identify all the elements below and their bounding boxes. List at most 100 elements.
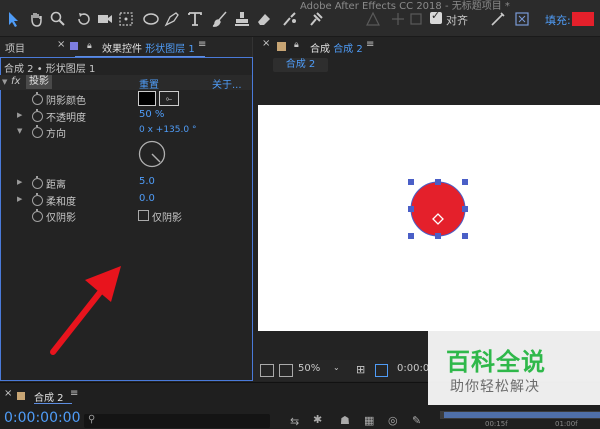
annotation-arrow — [45, 262, 125, 357]
lock-icon[interactable]: 🔒︎ — [87, 41, 92, 51]
left-panel-tabs: 项目 × 🔒︎ 效果控件 形状图层 1 ≡ — [0, 37, 252, 57]
shadow-color-swatch[interactable] — [138, 91, 156, 106]
grid-icon[interactable]: ⊞ — [356, 363, 365, 376]
watermark-sub: 助你轻松解决 — [450, 379, 540, 395]
stopwatch-icon[interactable] — [32, 193, 43, 206]
softness-value[interactable]: 0.0 — [139, 193, 155, 204]
layer-search-input[interactable]: ⚲ — [84, 414, 270, 428]
rotate-tool-icon[interactable] — [76, 11, 92, 27]
brush-tool-icon[interactable] — [212, 11, 228, 27]
shy-layers-icon[interactable]: ☗ — [340, 414, 350, 427]
eraser-tool-icon[interactable] — [256, 11, 272, 27]
property-softness: ▶ 柔和度 0.0 — [0, 192, 252, 208]
twirl-closed-icon[interactable]: ▶ — [17, 195, 22, 203]
camera-tool-icon[interactable] — [97, 11, 113, 27]
comp-flowchart-icon[interactable]: ⇆ — [290, 415, 299, 428]
comp-breadcrumb[interactable]: 合成 2 — [273, 58, 328, 72]
layer-path: 合成 2 • 形状图层 1 — [4, 64, 96, 75]
comp-tab-prefix: 合成 — [310, 44, 330, 55]
type-tool-icon[interactable] — [187, 11, 203, 27]
zoom-level[interactable]: 50% — [298, 363, 320, 374]
panel-color-icon — [70, 42, 78, 50]
close-icon[interactable]: × — [262, 38, 270, 49]
tab-timeline-comp[interactable]: 合成 2 — [34, 389, 64, 404]
effect-controls-prefix: 效果控件 — [102, 44, 142, 55]
region-of-interest-icon[interactable] — [260, 364, 274, 377]
fill-label[interactable]: 填充: — [545, 12, 571, 28]
opacity-value[interactable]: 50 % — [139, 109, 164, 120]
about-link[interactable]: 关于... — [212, 76, 242, 91]
close-icon[interactable]: × — [4, 388, 12, 399]
time-mark: 01:00f — [555, 420, 578, 428]
twirl-open-icon[interactable]: ▼ — [2, 78, 7, 86]
display-icon[interactable] — [279, 364, 293, 377]
time-navigator[interactable] — [440, 411, 600, 419]
graph-editor-icon[interactable]: ✎ — [412, 414, 421, 427]
active-tab-indicator — [34, 403, 72, 404]
property-shadow-only: 仅阴影 仅阴影 — [0, 208, 252, 224]
work-area-bar[interactable] — [444, 412, 600, 418]
motion-blur-icon[interactable]: ◎ — [388, 414, 398, 427]
timecode-display[interactable]: 0:00:00:00 — [4, 410, 81, 426]
stopwatch-icon[interactable] — [32, 209, 43, 222]
panel-menu-icon[interactable]: ≡ — [366, 39, 374, 50]
panel-color-icon — [277, 42, 286, 51]
draft-3d-icon[interactable]: ✱ — [313, 413, 322, 426]
shape-layer-circle[interactable] — [405, 176, 471, 242]
panel-menu-icon[interactable]: ≡ — [70, 388, 78, 399]
tab-composition[interactable]: 合成 合成 2 — [310, 40, 363, 55]
snap-icon[interactable] — [490, 11, 506, 27]
reset-link[interactable]: 重置 — [139, 76, 159, 91]
toolbar: Adobe After Effects CC 2018 - 无标题项目 * ✓ … — [0, 0, 600, 37]
axis-mode-icon[interactable] — [365, 11, 381, 27]
twirl-closed-icon[interactable]: ▶ — [17, 111, 22, 119]
ellipse-tool-icon[interactable] — [143, 11, 159, 27]
stopwatch-icon[interactable] — [32, 125, 43, 138]
roto-brush-tool-icon[interactable] — [282, 11, 298, 27]
align-checkbox[interactable] — [430, 9, 442, 24]
eyedropper-icon[interactable]: ⟜ — [159, 91, 179, 106]
direction-dial[interactable] — [138, 140, 166, 168]
current-time[interactable]: 0:00:0 — [397, 363, 429, 374]
zoom-tool-icon[interactable] — [50, 11, 66, 27]
watermark-main: 百科全说 — [446, 348, 546, 376]
selection-tool-icon[interactable] — [6, 11, 22, 27]
stopwatch-icon[interactable] — [32, 109, 43, 122]
pan-behind-tool-icon[interactable] — [118, 11, 134, 27]
panel-menu-icon[interactable]: ≡ — [198, 39, 206, 50]
property-name: 柔和度 — [46, 197, 76, 208]
puppet-pin-tool-icon[interactable] — [308, 11, 324, 27]
stopwatch-icon[interactable] — [32, 176, 43, 189]
tab-project[interactable]: 项目 — [5, 40, 25, 55]
direction-value[interactable]: 0 x +135.0 ° — [139, 125, 196, 135]
pen-tool-icon[interactable] — [164, 11, 180, 27]
fill-color-swatch[interactable] — [572, 12, 594, 26]
tab-effect-controls[interactable]: 效果控件 形状图层 1 — [102, 40, 195, 55]
watermark: 百科全说 助你轻松解决 — [428, 330, 600, 405]
clone-stamp-tool-icon[interactable] — [234, 11, 250, 27]
property-name: 仅阴影 — [46, 213, 76, 224]
hand-tool-icon[interactable] — [28, 11, 44, 27]
stopwatch-icon[interactable] — [32, 92, 43, 105]
fx-icon[interactable]: fx — [11, 76, 20, 87]
property-name: 方向 — [46, 129, 66, 140]
property-direction: ▼ 方向 0 x +135.0 ° — [0, 124, 252, 140]
shadow-only-checkbox[interactable] — [138, 210, 149, 221]
property-opacity: ▶ 不透明度 50 % — [0, 108, 252, 124]
shadow-only-label: 仅阴影 — [152, 213, 182, 224]
panel-color-icon — [17, 392, 25, 400]
align-label: 对齐 — [446, 14, 468, 27]
expand-panel-icon[interactable] — [514, 11, 530, 27]
close-icon[interactable]: × — [57, 39, 65, 50]
view-axis-icon[interactable] — [408, 11, 424, 27]
chevron-down-icon[interactable]: ⌄ — [333, 363, 340, 372]
property-name: 阴影颜色 — [46, 96, 86, 107]
distance-value[interactable]: 5.0 — [139, 176, 155, 187]
effect-name[interactable]: 投影 — [26, 75, 52, 89]
twirl-closed-icon[interactable]: ▶ — [17, 178, 22, 186]
transparency-grid-icon[interactable] — [375, 364, 388, 377]
world-axis-icon[interactable] — [390, 11, 406, 27]
twirl-open-icon[interactable]: ▼ — [17, 127, 22, 135]
lock-icon[interactable]: 🔒︎ — [294, 40, 299, 50]
frame-blending-icon[interactable]: ▦ — [364, 414, 374, 427]
